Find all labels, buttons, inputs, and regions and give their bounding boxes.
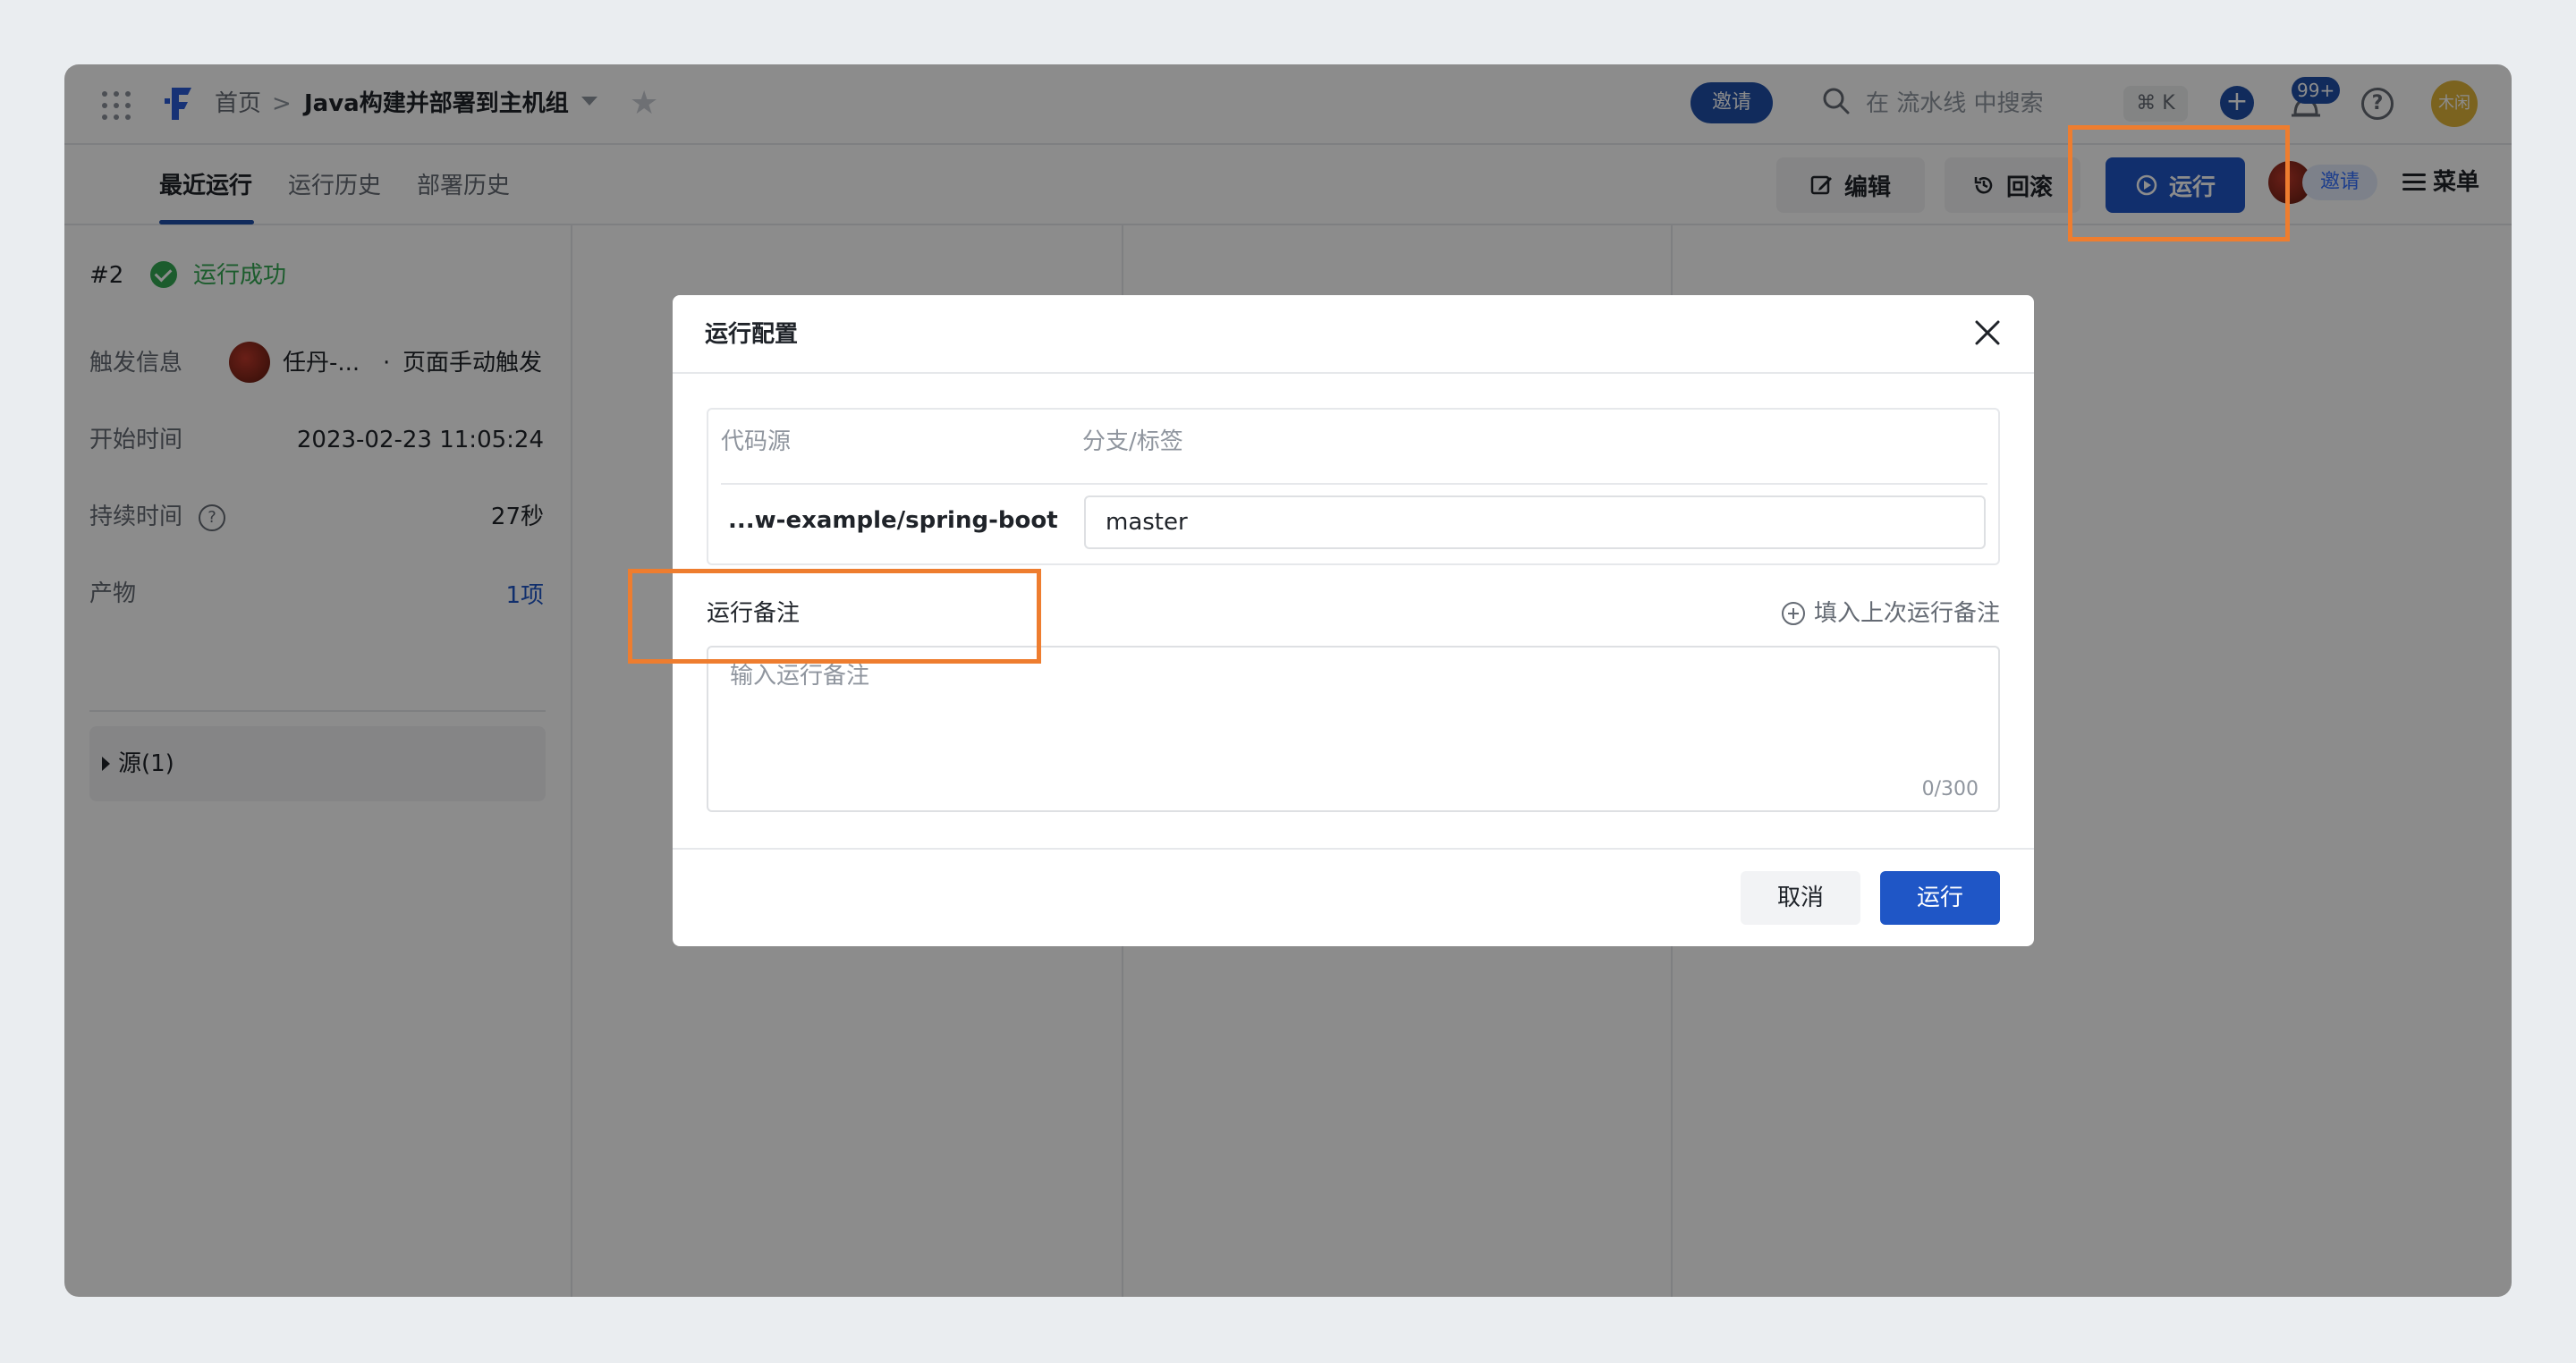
note-char-count: 0/300 — [1921, 778, 1979, 800]
note-placeholder: 输入运行备注 — [730, 663, 870, 690]
fill-last-note-label: 填入上次运行备注 — [1813, 600, 2000, 627]
close-icon[interactable] — [1971, 317, 2004, 349]
run-note-textarea[interactable]: 输入运行备注 0/300 — [707, 646, 2000, 812]
col-source-header: 代码源 — [721, 428, 792, 455]
plus-circle-icon — [1781, 602, 1805, 625]
fill-last-note-button[interactable]: 填入上次运行备注 — [1781, 597, 2000, 630]
repo-name: ...w-example/spring-boot — [728, 507, 1058, 534]
run-config-dialog: 运行配置 代码源 分支/标签 ...w-example/spring-boot … — [673, 295, 2034, 946]
divider — [673, 372, 2034, 374]
source-table: 代码源 分支/标签 ...w-example/spring-boot — [707, 408, 2000, 565]
app-window: 首页 > Java构建并部署到主机组 ★ 邀请 在 流水线 中搜索 ⌘ K + … — [64, 64, 2512, 1297]
divider — [673, 848, 2034, 850]
cancel-button[interactable]: 取消 — [1741, 871, 1860, 925]
dialog-title: 运行配置 — [705, 321, 799, 348]
note-label: 运行备注 — [707, 600, 801, 627]
confirm-run-button[interactable]: 运行 — [1880, 871, 2000, 925]
branch-input[interactable] — [1084, 495, 1986, 549]
col-branch-header: 分支/标签 — [1082, 428, 1183, 455]
divider — [721, 483, 1987, 485]
